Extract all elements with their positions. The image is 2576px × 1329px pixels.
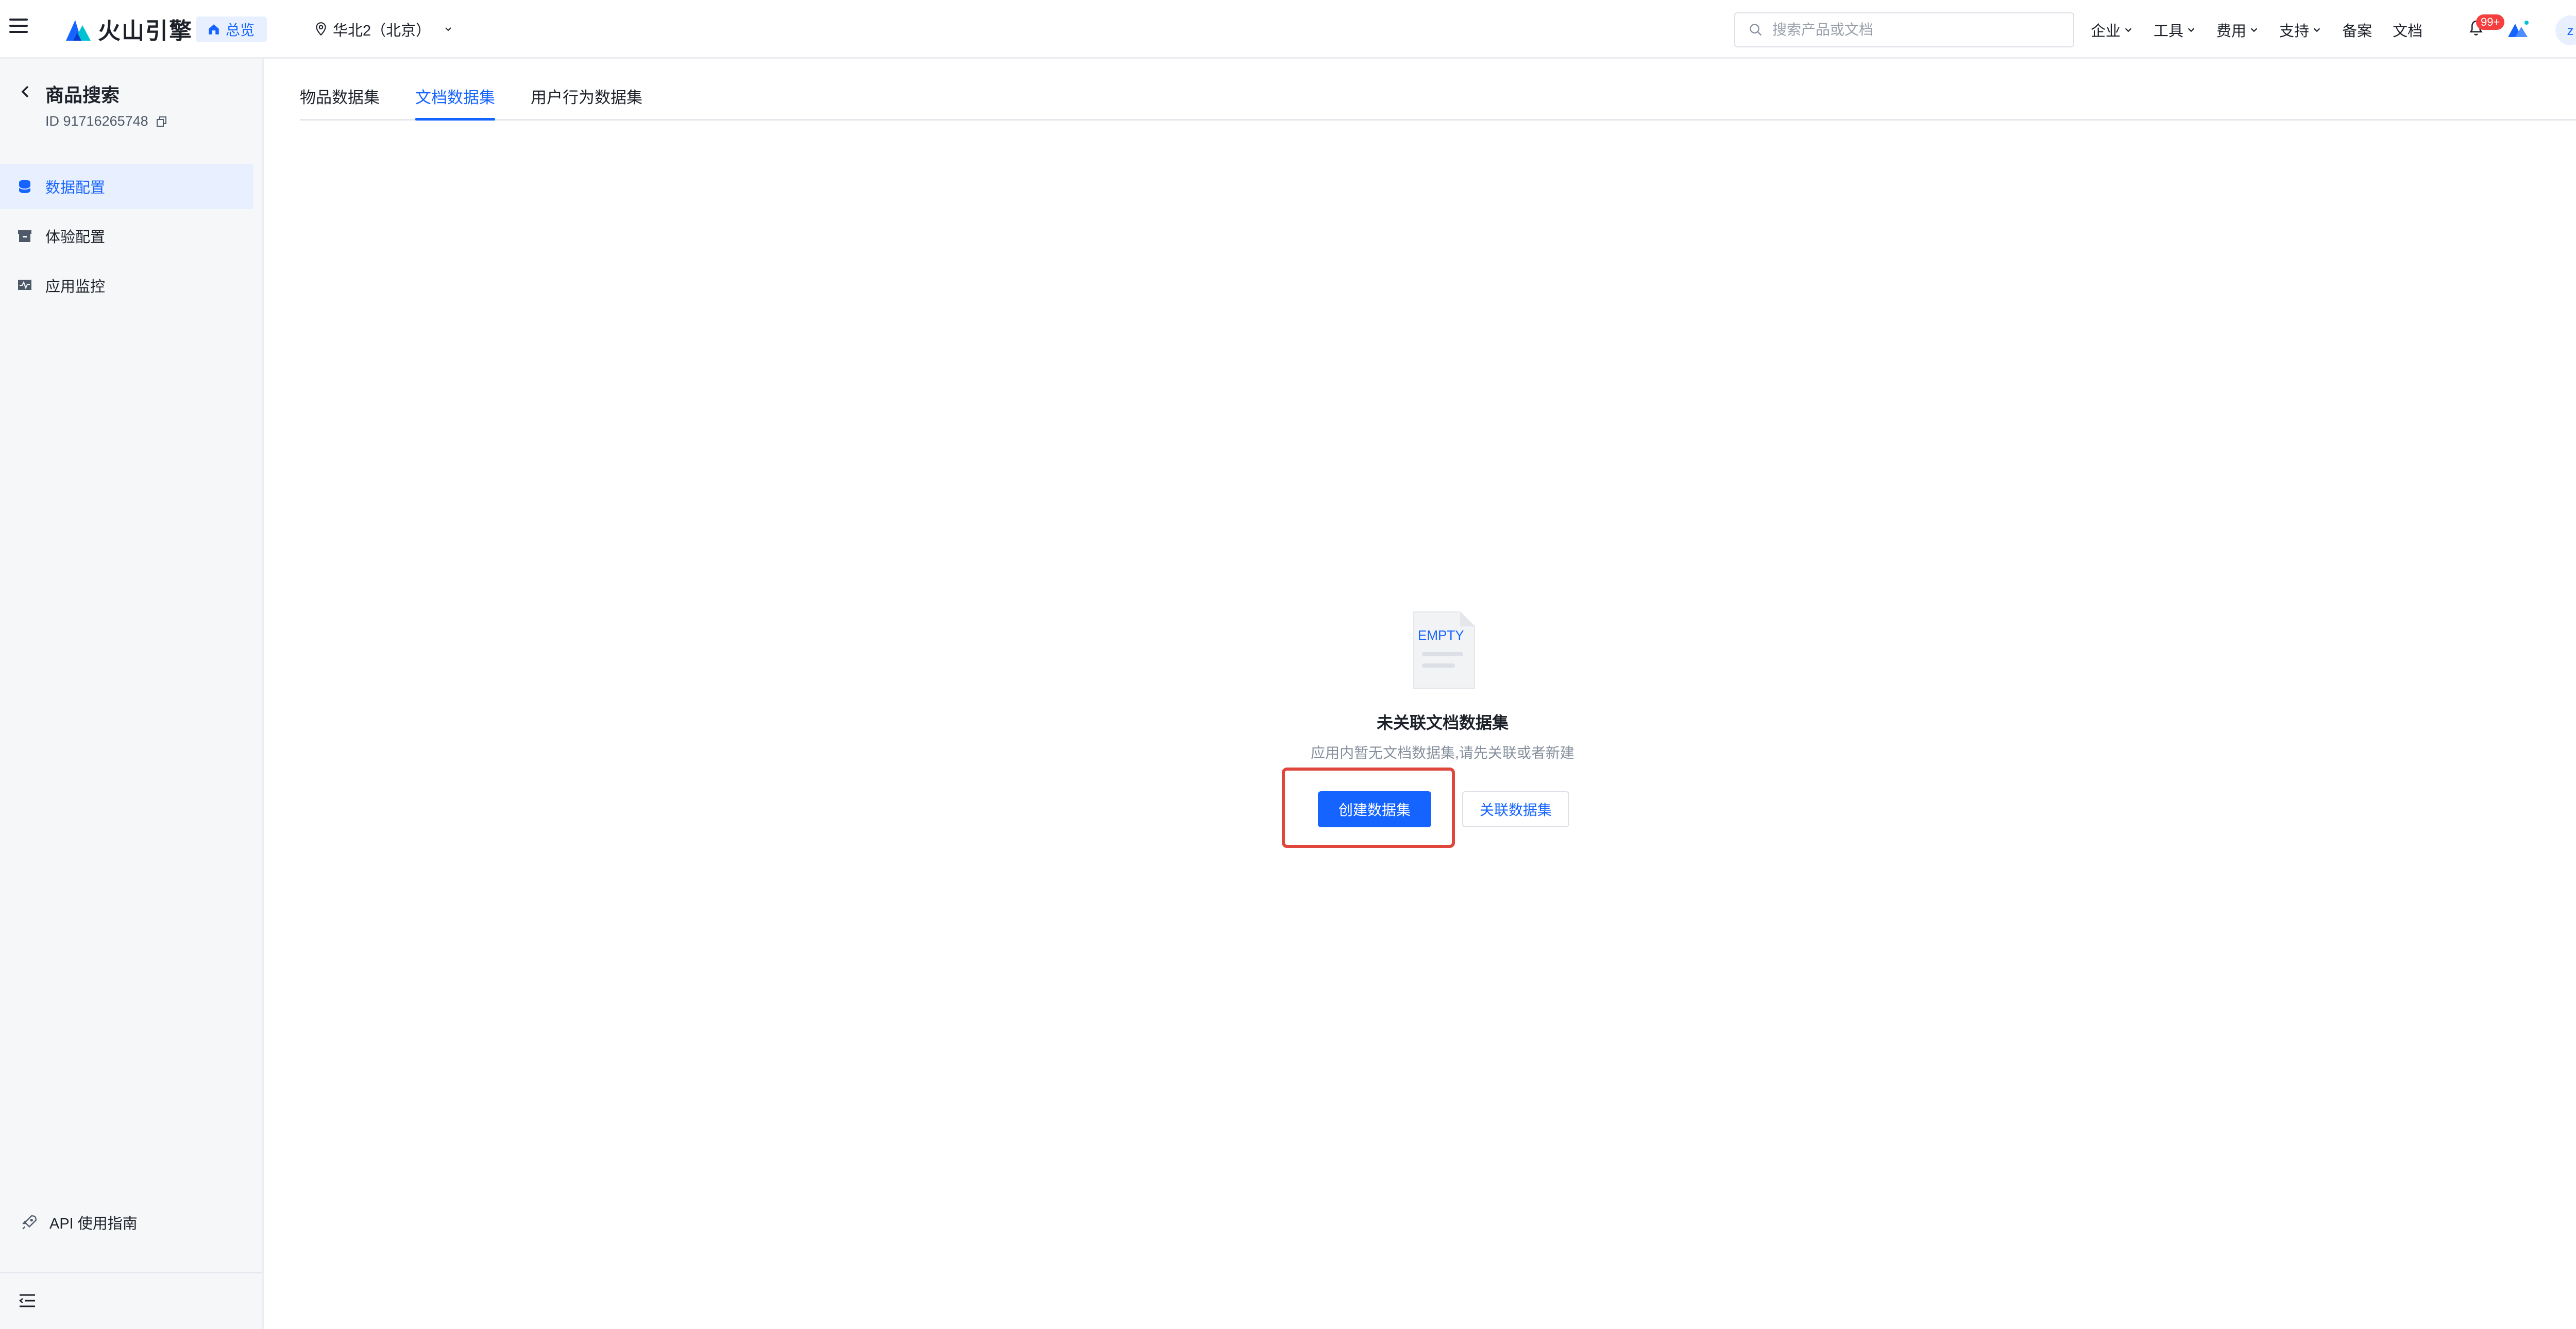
dataset-tabs: 物品数据集 文档数据集 用户行为数据集 (300, 77, 2576, 121)
api-guide-link[interactable]: API 使用指南 (21, 1212, 138, 1233)
back-arrow-icon[interactable] (20, 83, 32, 100)
link-dataset-button[interactable]: 关联数据集 (1462, 791, 1569, 827)
nav-docs-label: 文档 (2393, 23, 2423, 40)
mountain-icon[interactable] (2507, 19, 2531, 39)
app-title: 商品搜索 (45, 84, 120, 106)
sidebar: 商品搜索 ID 91716265748 数据配置 体验配置 应用监控 API 使… (0, 59, 264, 1329)
logo[interactable]: 火山引擎 (64, 14, 193, 44)
nav-docs[interactable]: 文档 (2393, 19, 2422, 41)
tab-user-behavior-dataset[interactable]: 用户行为数据集 (531, 84, 642, 119)
copy-icon[interactable] (156, 115, 168, 128)
region-label: 华北2（北京） (333, 23, 431, 39)
hamburger-menu-icon[interactable] (9, 19, 28, 33)
chevron-down-icon (2188, 28, 2195, 32)
sidebar-item-label: 应用监控 (45, 279, 106, 295)
empty-illustration-text: EMPTY (1418, 627, 1464, 643)
api-guide-label: API 使用指南 (49, 1216, 138, 1232)
nav-tools-label: 工具 (2154, 23, 2184, 40)
notification-badge: 99+ (2476, 14, 2505, 30)
nav-enterprise-label: 企业 (2091, 23, 2121, 40)
overview-button[interactable]: 总览 (196, 16, 267, 42)
nav-billing-label: 费用 (2216, 23, 2247, 40)
nav-support-label: 支持 (2279, 23, 2310, 40)
tab-item-dataset[interactable]: 物品数据集 (300, 84, 380, 119)
top-bar: 火山引擎 总览 华北2（北京） 企业 工具 费用 支持 备案 (0, 0, 2576, 59)
nav-enterprise[interactable]: 企业 (2091, 19, 2133, 41)
search-box[interactable] (1734, 12, 2074, 47)
volcano-logo-icon (66, 20, 91, 41)
nav-support[interactable]: 支持 (2279, 19, 2321, 41)
app-id-text: ID 91716265748 (45, 113, 148, 129)
nav-billing[interactable]: 费用 (2216, 19, 2259, 41)
rocket-icon (22, 1215, 37, 1230)
chevron-down-icon (445, 27, 451, 31)
avatar[interactable]: z (2555, 15, 2576, 45)
sidebar-item-data-config[interactable]: 数据配置 (0, 164, 253, 209)
empty-document-icon: EMPTY (1413, 611, 1475, 689)
sidebar-item-label: 体验配置 (45, 229, 106, 246)
database-icon (19, 180, 31, 193)
sidebar-item-experience-config[interactable]: 体验配置 (0, 213, 253, 259)
app-id: ID 91716265748 (45, 113, 168, 129)
home-icon (209, 24, 219, 35)
sidebar-item-app-monitoring[interactable]: 应用监控 (0, 263, 253, 308)
chevron-down-icon (2250, 28, 2258, 32)
tab-document-dataset[interactable]: 文档数据集 (415, 84, 495, 121)
overview-label: 总览 (226, 22, 255, 38)
logo-text: 火山引擎 (98, 19, 193, 44)
empty-state-description: 应用内暂无文档数据集,请先关联或者新建 (1311, 745, 1574, 761)
nav-icp-label: 备案 (2342, 23, 2372, 40)
region-selector[interactable]: 华北2（北京） (314, 15, 453, 43)
collapse-sidebar-icon[interactable] (19, 1293, 36, 1308)
create-dataset-button[interactable]: 创建数据集 (1318, 791, 1431, 827)
search-icon (1750, 24, 1762, 36)
search-input[interactable] (1771, 21, 2062, 39)
sidebar-divider (0, 1272, 262, 1273)
nav-tools[interactable]: 工具 (2154, 19, 2196, 41)
chevron-down-icon (2125, 28, 2132, 32)
empty-state-title: 未关联文档数据集 (1376, 713, 1509, 732)
location-pin-icon (316, 22, 326, 36)
monitor-pulse-icon (18, 280, 31, 290)
chevron-down-icon (2313, 28, 2320, 32)
archive-box-icon (18, 230, 31, 242)
top-nav: 企业 工具 费用 支持 备案 文档 (2091, 15, 2443, 44)
nav-icp[interactable]: 备案 (2342, 19, 2372, 41)
sidebar-item-label: 数据配置 (45, 180, 106, 196)
